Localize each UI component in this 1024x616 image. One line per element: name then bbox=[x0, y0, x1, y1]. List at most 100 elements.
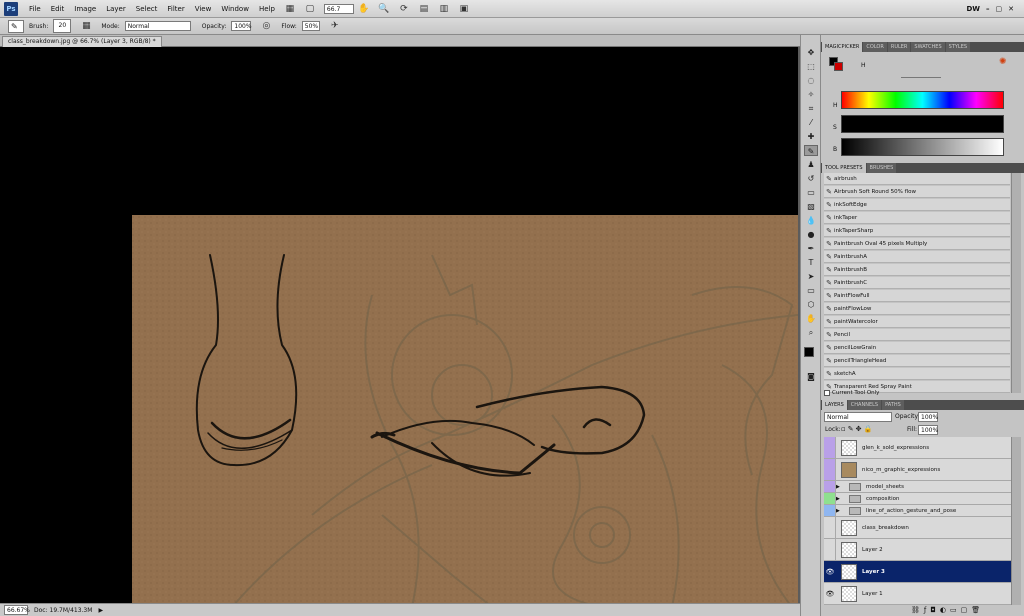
hand-tool-icon[interactable]: ✋ bbox=[804, 313, 818, 324]
link-layers-icon[interactable]: ⛓ bbox=[911, 606, 920, 614]
layer-row[interactable]: class_breakdown bbox=[824, 517, 1012, 539]
rotate-view-icon[interactable]: ⟳ bbox=[396, 2, 412, 15]
new-group-icon[interactable]: ▭ bbox=[950, 606, 957, 614]
layer-group-row[interactable]: ▶ composition bbox=[824, 493, 1012, 505]
move-tool-icon[interactable]: ✥ bbox=[804, 47, 818, 58]
eye-icon[interactable]: 👁 bbox=[824, 590, 836, 598]
tab-swatches[interactable]: SWATCHES bbox=[911, 42, 945, 52]
layer-visibility-toggle[interactable] bbox=[824, 539, 836, 560]
eyedropper-tool-icon[interactable]: ⁄ bbox=[804, 117, 818, 128]
tab-magicpicker[interactable]: MAGICPICKER bbox=[822, 42, 863, 52]
lock-options-icons[interactable]: ▫✎✥🔒 bbox=[841, 425, 874, 433]
menu-edit[interactable]: Edit bbox=[46, 5, 70, 13]
layer-row[interactable]: nico_m_graphic_expressions bbox=[824, 459, 1012, 481]
preset-item[interactable]: ✎ inkSoftEdge bbox=[824, 199, 1010, 211]
preset-item[interactable]: ✎ sketchA bbox=[824, 368, 1010, 380]
expand-arrow-icon[interactable]: ▶ bbox=[836, 508, 844, 514]
tab-channels[interactable]: CHANNELS bbox=[847, 400, 882, 410]
preset-item[interactable]: ✎ Paintbrush Oval 45 pixels Multiply bbox=[824, 238, 1010, 250]
preset-item[interactable]: ✎ pencilTriangleHead bbox=[824, 355, 1010, 367]
maximize-icon[interactable]: ▢ bbox=[996, 5, 1003, 13]
menu-filter[interactable]: Filter bbox=[162, 5, 189, 13]
preset-item[interactable]: ✎ PaintFlowFull bbox=[824, 290, 1010, 302]
sun-icon[interactable]: ✺ bbox=[999, 57, 1007, 67]
hand-tool-icon[interactable]: ✋ bbox=[356, 2, 372, 15]
presets-scrollbar[interactable] bbox=[1011, 173, 1021, 393]
screen-mode-icon[interactable]: ▣ bbox=[456, 2, 472, 15]
layer-blend-mode-select[interactable]: Normal bbox=[824, 412, 892, 422]
brush-panel-icon[interactable]: ▦ bbox=[78, 20, 94, 33]
shape-tool-icon[interactable]: ▭ bbox=[804, 285, 818, 296]
close-icon[interactable]: ✕ bbox=[1008, 5, 1014, 13]
pressure-opacity-icon[interactable]: ◎ bbox=[258, 20, 274, 33]
tab-layers[interactable]: LAYERS bbox=[822, 400, 847, 410]
layers-scrollbar[interactable] bbox=[1011, 437, 1021, 605]
new-layer-icon[interactable]: ▢ bbox=[961, 606, 968, 614]
preset-item[interactable]: ✎ PaintbrushC bbox=[824, 277, 1010, 289]
zoom-level-field[interactable]: 66.7 bbox=[323, 3, 354, 14]
opacity-field[interactable]: 100% bbox=[231, 21, 252, 31]
status-zoom-field[interactable]: 66.67% bbox=[4, 605, 30, 615]
flow-field[interactable]: 50% bbox=[301, 21, 320, 31]
menu-file[interactable]: File bbox=[24, 5, 46, 13]
brush-size-picker[interactable]: 20 bbox=[53, 19, 72, 33]
quick-select-tool-icon[interactable]: ✧ bbox=[804, 89, 818, 100]
layer-mask-icon[interactable]: ◘ bbox=[930, 606, 936, 614]
preset-item[interactable]: ✎ inkTaperSharp bbox=[824, 225, 1010, 237]
foreground-color-swatch[interactable] bbox=[804, 347, 814, 357]
tab-tool-presets[interactable]: TOOL PRESETS bbox=[822, 163, 866, 173]
quick-mask-icon[interactable]: ◙ bbox=[804, 371, 818, 382]
type-tool-icon[interactable]: T bbox=[804, 257, 818, 268]
lasso-tool-icon[interactable]: ◌ bbox=[804, 75, 818, 86]
preset-item[interactable]: ✎ PaintbrushB bbox=[824, 264, 1010, 276]
layer-row[interactable]: 👁 Layer 1 bbox=[824, 583, 1012, 605]
current-tool-only-option[interactable]: Current Tool Only bbox=[824, 390, 879, 396]
layer-group-row[interactable]: ▶ model_sheets bbox=[824, 481, 1012, 493]
crop-tool-icon[interactable]: ⌗ bbox=[804, 103, 818, 114]
layer-group-row[interactable]: ▶ line_of_action_gesture_and_pose bbox=[824, 505, 1012, 517]
layer-opacity-field[interactable]: 100% bbox=[918, 412, 938, 422]
menu-layer[interactable]: Layer bbox=[101, 5, 131, 13]
preset-item[interactable]: ✎ paintFlowLow bbox=[824, 303, 1010, 315]
stamp-tool-icon[interactable]: ♟ bbox=[804, 159, 818, 170]
path-select-tool-icon[interactable]: ➤ bbox=[804, 271, 818, 282]
preset-item[interactable]: ✎ inkTaper bbox=[824, 212, 1010, 224]
gradient-tool-icon[interactable]: ▧ bbox=[804, 201, 818, 212]
blur-tool-icon[interactable]: 💧 bbox=[804, 215, 818, 226]
history-brush-tool-icon[interactable]: ↺ bbox=[804, 173, 818, 184]
tab-ruler[interactable]: RULER bbox=[887, 42, 911, 52]
layer-row[interactable]: glen_k_sold_expressions bbox=[824, 437, 1012, 459]
bridge-icon[interactable]: ▦ bbox=[282, 2, 298, 15]
minimize-icon[interactable]: – bbox=[986, 5, 990, 13]
pen-tool-icon[interactable]: ✒ bbox=[804, 243, 818, 254]
layer-row[interactable]: Layer 2 bbox=[824, 539, 1012, 561]
brush-tool-icon[interactable]: ✎ bbox=[804, 145, 818, 156]
tab-paths[interactable]: PATHS bbox=[882, 400, 904, 410]
layer-style-icon[interactable]: ƒ bbox=[924, 606, 926, 614]
current-tool-only-checkbox[interactable] bbox=[824, 390, 830, 396]
fill-field[interactable]: 100% bbox=[918, 425, 938, 435]
preset-item[interactable]: ✎ Pencil bbox=[824, 329, 1010, 341]
hue-slider[interactable] bbox=[841, 91, 1004, 109]
delete-layer-icon[interactable]: 🗑 bbox=[971, 606, 980, 614]
menu-select[interactable]: Select bbox=[131, 5, 163, 13]
preset-item[interactable]: ✎ pencilLowGrain bbox=[824, 342, 1010, 354]
menu-view[interactable]: View bbox=[190, 5, 217, 13]
expand-arrow-icon[interactable]: ▶ bbox=[836, 484, 844, 490]
mini-bridge-icon[interactable]: ▢ bbox=[302, 2, 318, 15]
menu-image[interactable]: Image bbox=[69, 5, 101, 13]
healing-tool-icon[interactable]: ✚ bbox=[804, 131, 818, 142]
preset-item[interactable]: ✎ PaintbrushA bbox=[824, 251, 1010, 263]
saturation-slider[interactable] bbox=[841, 115, 1004, 133]
layer-row-selected[interactable]: 👁 Layer 3 bbox=[824, 561, 1012, 583]
zoom-tool-icon[interactable]: 🔍 bbox=[376, 2, 392, 15]
grid-icon[interactable]: ▤ bbox=[416, 2, 432, 15]
canvas-area[interactable] bbox=[0, 47, 798, 604]
arrange-documents-icon[interactable]: ▥ bbox=[436, 2, 452, 15]
mode-select[interactable]: Normal bbox=[124, 21, 191, 31]
cardboard-canvas[interactable] bbox=[132, 215, 798, 604]
airbrush-icon[interactable]: ✈ bbox=[327, 20, 343, 33]
status-arrow-icon[interactable]: ▶ bbox=[98, 607, 103, 614]
tab-color[interactable]: COLOR bbox=[863, 42, 887, 52]
workspace-switcher[interactable]: DW – ▢ ✕ bbox=[966, 5, 1014, 13]
